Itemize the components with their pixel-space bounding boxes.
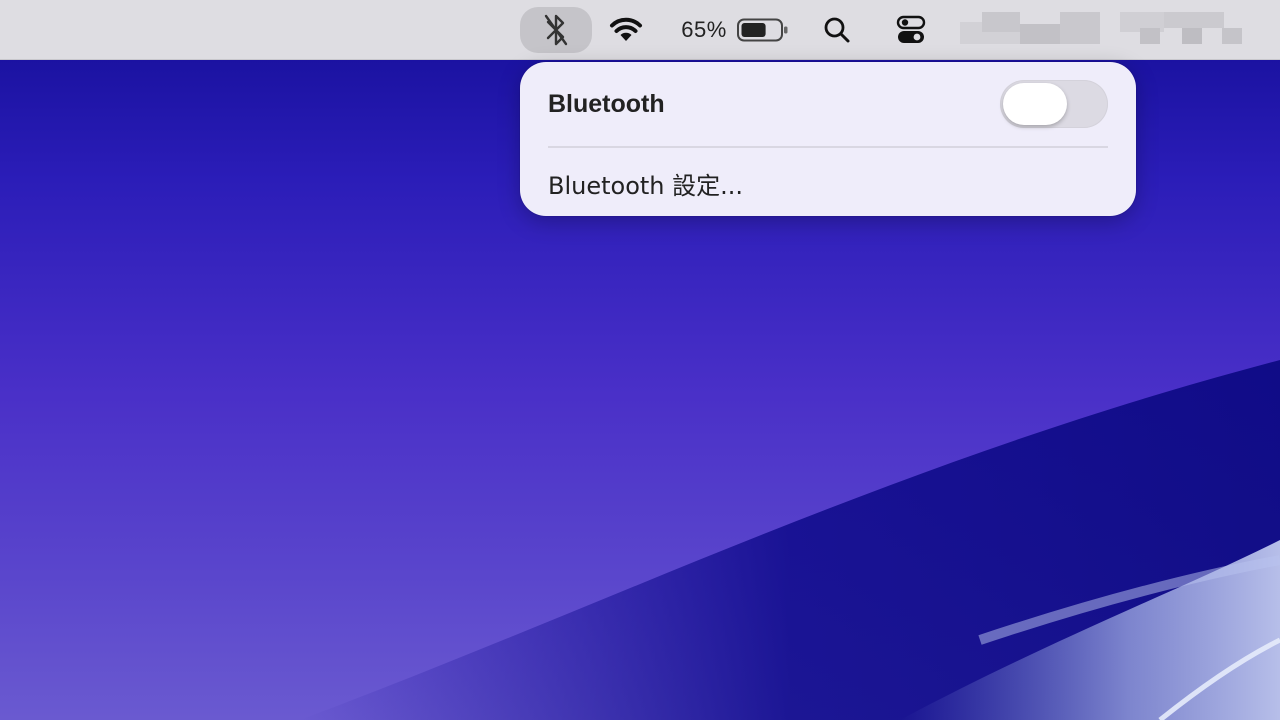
- bluetooth-menu-popover: Bluetooth Bluetooth 設定...: [520, 62, 1136, 216]
- bluetooth-menu-title: Bluetooth: [548, 90, 665, 118]
- bluetooth-status-item[interactable]: [520, 0, 592, 60]
- redacted-menubar-items: [960, 10, 1250, 46]
- search-icon: [824, 17, 850, 43]
- bluetooth-settings-menu-item[interactable]: Bluetooth 設定...: [548, 166, 743, 201]
- battery-status-item[interactable]: [734, 0, 792, 60]
- battery-percentage[interactable]: 65%: [672, 0, 736, 60]
- wifi-icon: [610, 17, 642, 41]
- bluetooth-toggle[interactable]: [1000, 80, 1108, 128]
- battery-icon: [737, 18, 788, 42]
- wifi-status-item[interactable]: [604, 0, 648, 60]
- menu-bar: 65%: [0, 0, 1280, 60]
- bluetooth-off-icon: [544, 14, 568, 46]
- spotlight-search-item[interactable]: [815, 0, 859, 60]
- control-center-icon: [896, 15, 926, 43]
- control-center-item[interactable]: [888, 0, 934, 60]
- menu-divider: [548, 146, 1108, 148]
- bluetooth-toggle-knob: [1003, 83, 1067, 125]
